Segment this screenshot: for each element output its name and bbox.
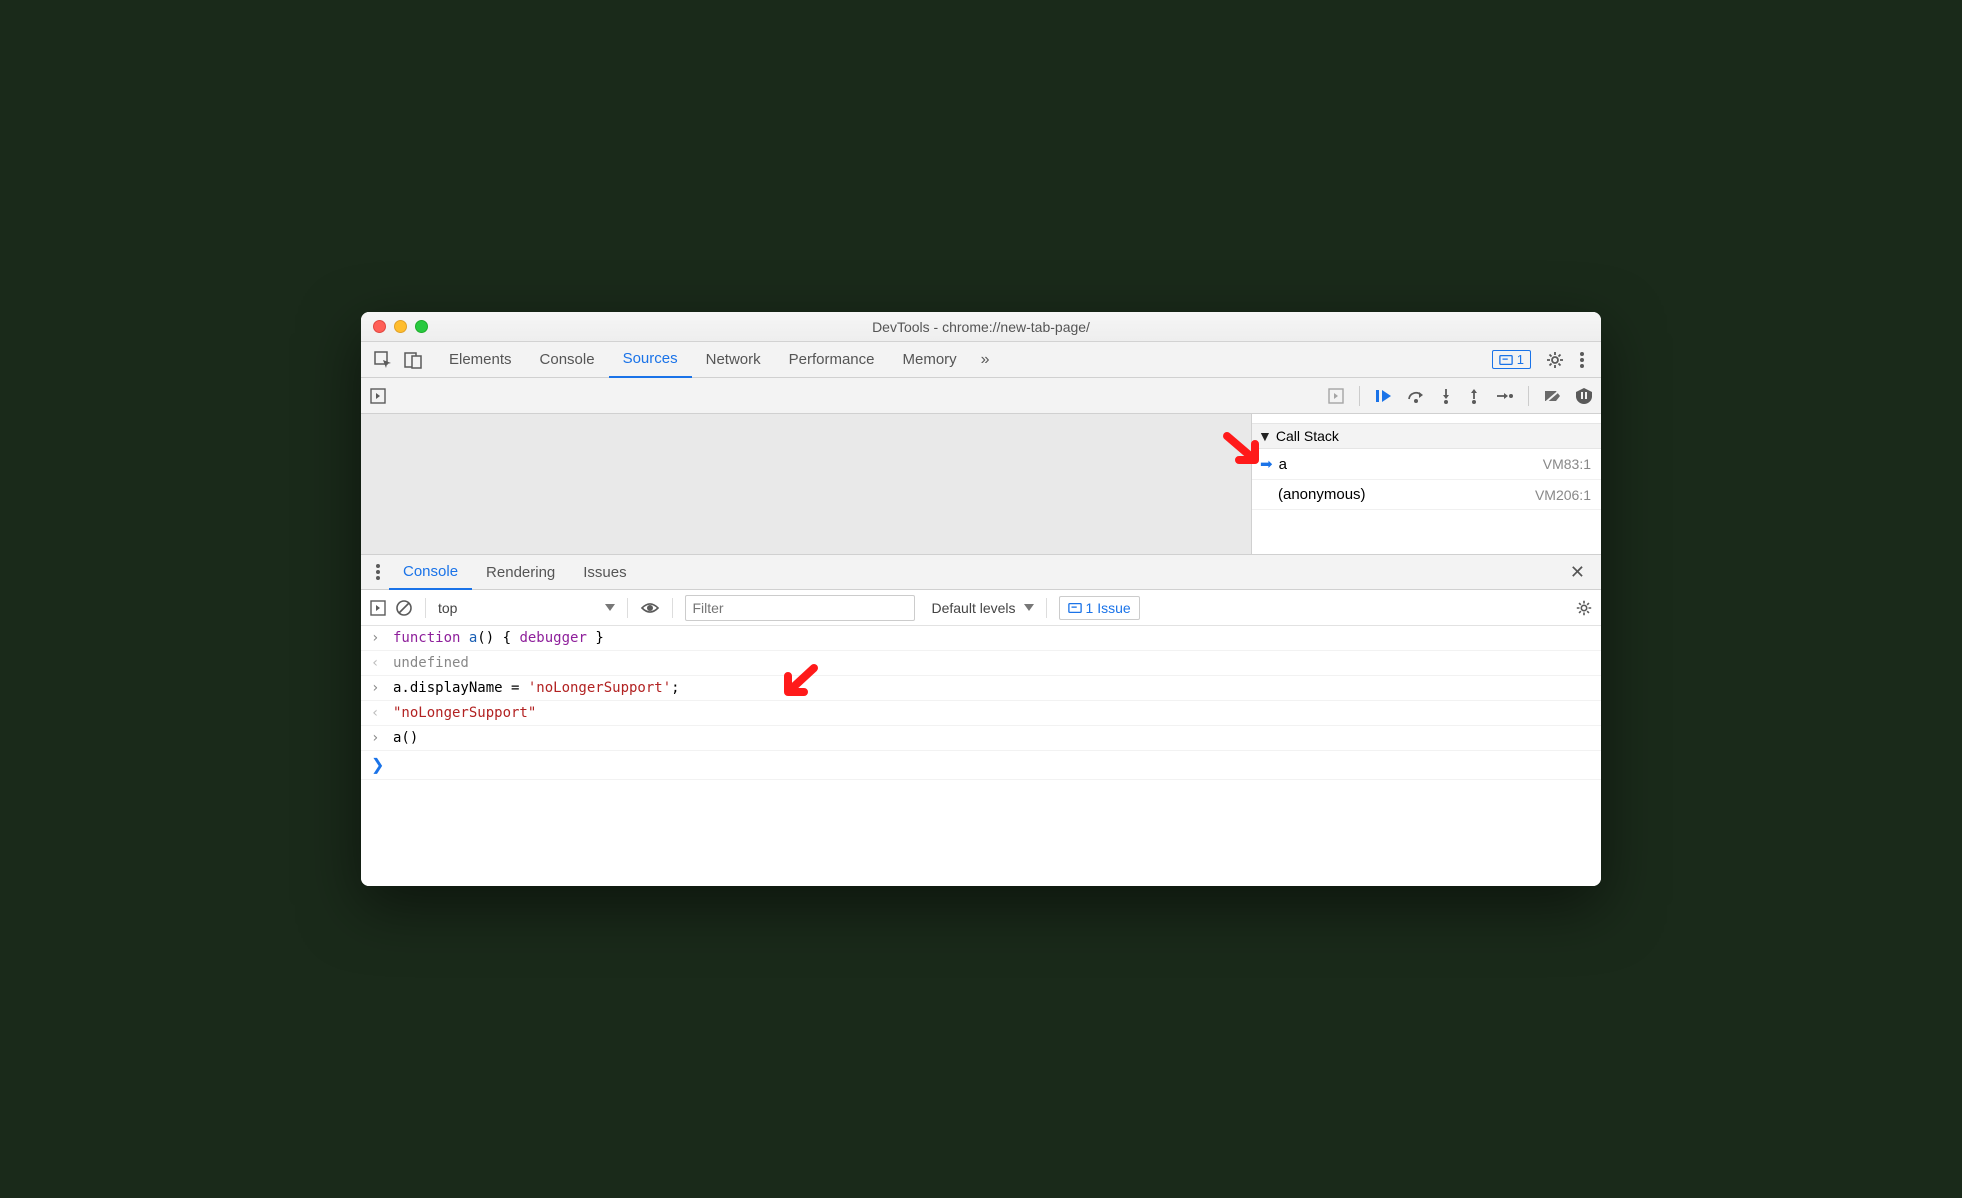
input-marker-icon: › [371, 630, 385, 646]
annotation-arrow-icon [1221, 430, 1265, 474]
step-into-icon[interactable] [1438, 387, 1454, 405]
show-navigator-icon[interactable] [369, 387, 387, 405]
close-drawer-icon[interactable]: ✕ [1560, 562, 1595, 583]
prompt-marker-icon: ❯ [371, 755, 385, 775]
step-out-icon[interactable] [1466, 387, 1482, 405]
callstack-header[interactable]: ▼ Call Stack [1252, 424, 1601, 449]
issues-badge[interactable]: 1 [1492, 350, 1531, 369]
console-line-content: "noLongerSupport" [393, 705, 1591, 721]
issues-pill[interactable]: 1 Issue [1059, 596, 1140, 620]
show-debugger-icon[interactable] [1327, 387, 1345, 405]
sources-main: ▼ Call Stack ➡aVM83:1(anonymous)VM206:1 [361, 414, 1601, 554]
scope-partial-row [1252, 414, 1601, 424]
sources-toolbar [361, 378, 1601, 414]
drawer-tab-rendering[interactable]: Rendering [472, 554, 569, 590]
filter-input[interactable] [685, 595, 915, 621]
step-icon[interactable] [1494, 387, 1514, 405]
stack-frame-name: a [1279, 456, 1287, 473]
console-toolbar: top Default levels 1 Issue [361, 590, 1601, 626]
stack-frame-location: VM206:1 [1535, 487, 1591, 503]
window-title: DevTools - chrome://new-tab-page/ [361, 319, 1601, 335]
tab-console[interactable]: Console [526, 342, 609, 378]
console-input-line: › function a() { debugger } [361, 626, 1601, 651]
issues-pill-label: 1 Issue [1086, 600, 1131, 616]
tab-elements[interactable]: Elements [435, 342, 526, 378]
source-editor-area[interactable] [361, 414, 1251, 554]
output-marker-icon: ‹ [371, 705, 385, 721]
console-input-line: › a() [361, 726, 1601, 751]
annotation-arrow-icon [776, 662, 820, 706]
console-line-content: undefined [393, 655, 1591, 671]
main-tabbar: ElementsConsoleSourcesNetworkPerformance… [361, 342, 1601, 378]
dropdown-triangle-icon [1024, 604, 1034, 611]
stack-frame[interactable]: (anonymous) VM206:1 [1252, 480, 1601, 510]
tab-memory[interactable]: Memory [889, 342, 971, 378]
drawer-tabbar: ConsoleRenderingIssues ✕ [361, 554, 1601, 590]
live-expression-icon[interactable] [640, 600, 660, 616]
issues-badge-count: 1 [1517, 352, 1524, 367]
deactivate-breakpoints-icon[interactable] [1543, 387, 1563, 405]
clear-console-icon[interactable] [395, 599, 413, 617]
stack-frame-location: VM83:1 [1543, 456, 1591, 472]
drawer-tab-console[interactable]: Console [389, 554, 472, 590]
log-levels-selector[interactable]: Default levels [931, 600, 1033, 616]
console-output-line: ‹ undefined [361, 651, 1601, 676]
console-sidebar-toggle-icon[interactable] [369, 599, 387, 617]
context-label: top [438, 600, 457, 616]
console-body: › function a() { debugger } ‹ undefined › a.d… [361, 626, 1601, 886]
kebab-menu-icon[interactable] [1579, 350, 1585, 370]
inspect-element-icon[interactable] [373, 350, 393, 370]
console-line-content: a.displayName = 'noLongerSupport'; [393, 680, 1591, 696]
pause-on-exceptions-icon[interactable] [1575, 387, 1593, 405]
context-selector[interactable]: top [438, 600, 615, 616]
drawer-tab-issues[interactable]: Issues [569, 554, 640, 590]
console-prompt[interactable]: ❯ [361, 751, 1601, 780]
output-marker-icon: ‹ [371, 655, 385, 671]
console-settings-gear-icon[interactable] [1575, 599, 1593, 617]
callstack-label: Call Stack [1276, 428, 1339, 444]
stack-frame[interactable]: ➡aVM83:1 [1252, 449, 1601, 480]
console-input-line: › a.displayName = 'noLongerSupport'; [361, 676, 1601, 701]
console-line-content: function a() { debugger } [393, 630, 1591, 646]
stack-frame-name: (anonymous) [1278, 486, 1366, 503]
console-line-content: a() [393, 730, 1591, 746]
input-marker-icon: › [371, 680, 385, 696]
settings-gear-icon[interactable] [1545, 350, 1565, 370]
tab-performance[interactable]: Performance [775, 342, 889, 378]
tab-network[interactable]: Network [692, 342, 775, 378]
drawer-kebab-icon[interactable] [367, 563, 389, 581]
devtools-window: DevTools - chrome://new-tab-page/ Elemen… [361, 312, 1601, 886]
input-marker-icon: › [371, 730, 385, 746]
tab-sources[interactable]: Sources [609, 342, 692, 378]
resume-script-icon[interactable] [1374, 387, 1394, 405]
more-tabs-icon[interactable]: » [971, 351, 1000, 369]
step-over-icon[interactable] [1406, 387, 1426, 405]
device-toolbar-icon[interactable] [403, 350, 423, 370]
titlebar: DevTools - chrome://new-tab-page/ [361, 312, 1601, 342]
debugger-sidebar: ▼ Call Stack ➡aVM83:1(anonymous)VM206:1 [1251, 414, 1601, 554]
levels-label: Default levels [931, 600, 1015, 616]
dropdown-triangle-icon [605, 604, 615, 611]
console-output-line: ‹ "noLongerSupport" [361, 701, 1601, 726]
